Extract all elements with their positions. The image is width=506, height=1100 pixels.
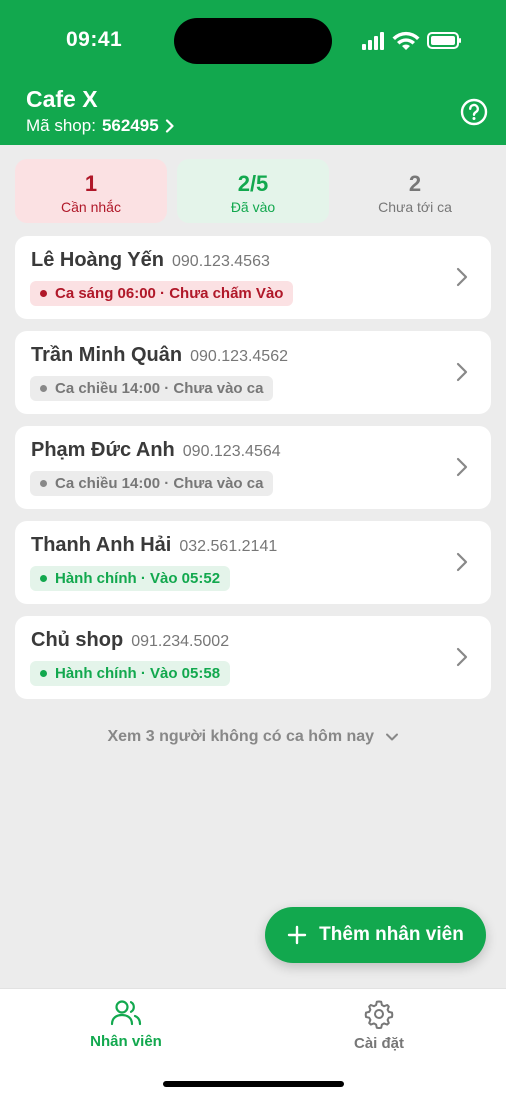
tab-staff[interactable]: Nhân viên [46,999,206,1050]
status-icons [362,31,461,50]
gear-icon [364,1000,394,1029]
tab-staff-label: Nhân viên [90,1033,162,1050]
summary-label: Đã vào [230,199,276,215]
employee-phone: 090.123.4562 [190,348,288,365]
status-dot [40,385,47,392]
employee-name-row: Trần Minh Quân 090.123.4562 [31,344,288,367]
tab-settings-label: Cài đặt [353,1035,404,1052]
chevron-right-icon [456,362,468,382]
attendance-summary: 1 Cần nhắc 2/5 Đã vào 2 Chưa tới ca [15,159,491,223]
help-icon[interactable] [460,98,488,126]
status-dot [40,480,47,487]
see-more-label: Xem 3 người không có ca hôm nay [107,728,375,745]
employee-name-row: Chủ shop 091.234.5002 [31,629,229,652]
status-text: Ca sáng 06:00 · Chưa chấm Vào [55,285,284,302]
employee-name: Phạm Đức Anh [31,439,175,461]
chevron-right-icon [456,457,468,477]
status-dot [40,290,47,297]
chevron-right-icon [165,119,174,133]
chevron-right-icon [456,267,468,287]
employee-phone: 090.123.4563 [172,253,270,270]
status-badge: Hành chính · Vào 05:52 [30,566,231,591]
summary-count: 2/5 [237,171,269,196]
users-icon [110,1000,142,1026]
app-header: 09:41 Cafe X Mã shop: 562495 [0,0,506,145]
add-employee-button[interactable]: Thêm nhân viên [265,907,486,963]
summary-not-yet-shift[interactable]: 2 Chưa tới ca [339,159,491,223]
add-employee-label: Thêm nhân viên [319,924,464,945]
employee-card[interactable]: Chủ shop 091.234.5002 Hành chính · Vào 05… [15,616,491,699]
status-badge: Ca sáng 06:00 · Chưa chấm Vào [30,281,294,306]
employee-card[interactable]: Thanh Anh Hải 032.561.2141 Hành chính · V… [15,521,491,604]
shop-name: Cafe X [26,86,98,112]
summary-label: Chưa tới ca [378,199,452,215]
employee-name: Chủ shop [31,629,124,651]
status-badge: Ca chiều 14:00 · Chưa vào ca [30,471,274,496]
employee-card[interactable]: Trần Minh Quân 090.123.4562 Ca chiều 14:0… [15,331,491,414]
employee-card[interactable]: Phạm Đức Anh 090.123.4564 Ca chiều 14:00 … [15,426,491,509]
tab-settings[interactable]: Cài đặt [299,999,459,1052]
chevron-right-icon [456,552,468,572]
home-indicator [163,1081,344,1087]
dynamic-island [174,18,332,64]
chevron-down-icon [385,733,398,741]
employee-name: Trần Minh Quân [31,344,183,366]
battery-icon [427,32,461,49]
status-badge: Ca chiều 14:00 · Chưa vào ca [30,376,274,401]
wifi-icon [392,31,420,50]
chevron-right-icon [456,647,468,667]
status-badge: Hành chính · Vào 05:58 [30,661,231,686]
status-text: Hành chính · Vào 05:52 [55,570,221,587]
employee-phone: 032.561.2141 [179,538,278,555]
status-dot [40,575,47,582]
shop-code-value: 562495 [101,116,159,135]
summary-label: Cần nhắc [61,199,121,215]
status-text: Hành chính · Vào 05:58 [55,665,221,682]
shop-code-label: Mã shop: [26,116,96,135]
employee-name-row: Lê Hoàng Yến 090.123.4563 [31,249,270,272]
employee-phone: 091.234.5002 [131,633,230,650]
see-more-toggle[interactable]: Xem 3 người không có ca hôm nay [0,728,506,746]
plus-icon [287,925,307,945]
summary-count: 1 [84,171,98,196]
shop-code-link[interactable]: Mã shop: 562495 [26,116,175,136]
signal-icon [362,32,384,50]
employee-name-row: Thanh Anh Hải 032.561.2141 [31,534,277,557]
employee-name: Thanh Anh Hải [31,534,172,556]
status-time: 09:41 [66,28,123,51]
status-dot [40,670,47,677]
employee-card[interactable]: Lê Hoàng Yến 090.123.4563 Ca sáng 06:00 ·… [15,236,491,319]
employee-name: Lê Hoàng Yến [31,249,164,271]
summary-count: 2 [408,171,422,196]
status-text: Ca chiều 14:00 · Chưa vào ca [55,380,264,397]
status-text: Ca chiều 14:00 · Chưa vào ca [55,475,264,492]
employee-name-row: Phạm Đức Anh 090.123.4564 [31,439,281,462]
employee-phone: 090.123.4564 [182,443,281,460]
summary-checked-in[interactable]: 2/5 Đã vào [177,159,329,223]
summary-needs-reminder[interactable]: 1 Cần nhắc [15,159,167,223]
